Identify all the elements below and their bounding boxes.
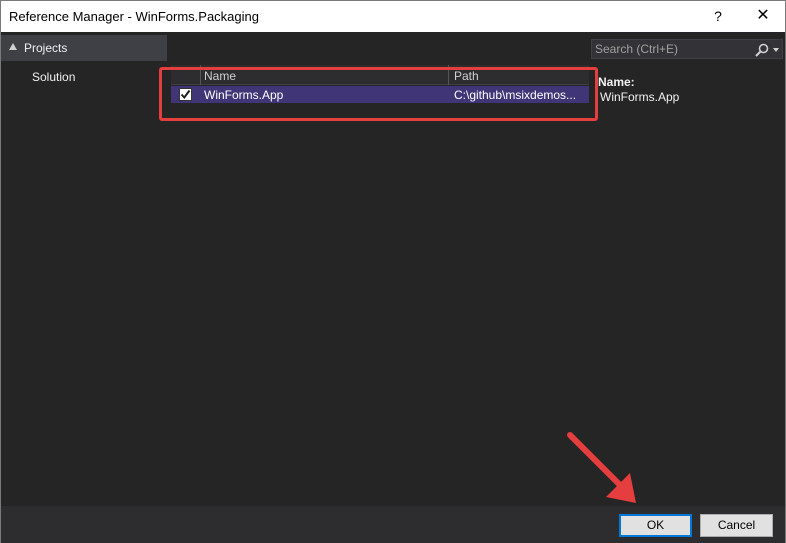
highlight-annotation-box xyxy=(159,67,598,121)
search-box[interactable] xyxy=(591,39,783,59)
ok-button[interactable]: OK xyxy=(619,514,692,537)
cancel-button[interactable]: Cancel xyxy=(700,514,773,537)
sidebar-item-solution[interactable]: Solution xyxy=(32,70,75,84)
dialog-footer: OK Cancel xyxy=(1,506,785,543)
title-bar: Reference Manager - WinForms.Packaging ?… xyxy=(1,1,785,32)
category-panel: Projects Solution xyxy=(1,32,167,506)
help-button[interactable]: ? xyxy=(707,6,729,26)
close-button[interactable]: ✕ xyxy=(749,6,777,26)
expand-triangle-icon xyxy=(9,43,17,50)
reference-list: Name Path WinForms.App C:\github\msixdem… xyxy=(171,65,589,502)
projects-label: Projects xyxy=(24,41,68,55)
details-name-value: WinForms.App xyxy=(600,90,680,104)
details-panel: Name: WinForms.App xyxy=(589,32,785,506)
search-icon[interactable] xyxy=(754,42,770,58)
projects-section-header[interactable]: Projects xyxy=(1,35,167,61)
search-options-dropdown-icon[interactable] xyxy=(773,48,779,52)
window-title: Reference Manager - WinForms.Packaging xyxy=(9,9,259,24)
search-input[interactable] xyxy=(595,41,750,57)
details-name-label: Name: xyxy=(598,75,635,89)
